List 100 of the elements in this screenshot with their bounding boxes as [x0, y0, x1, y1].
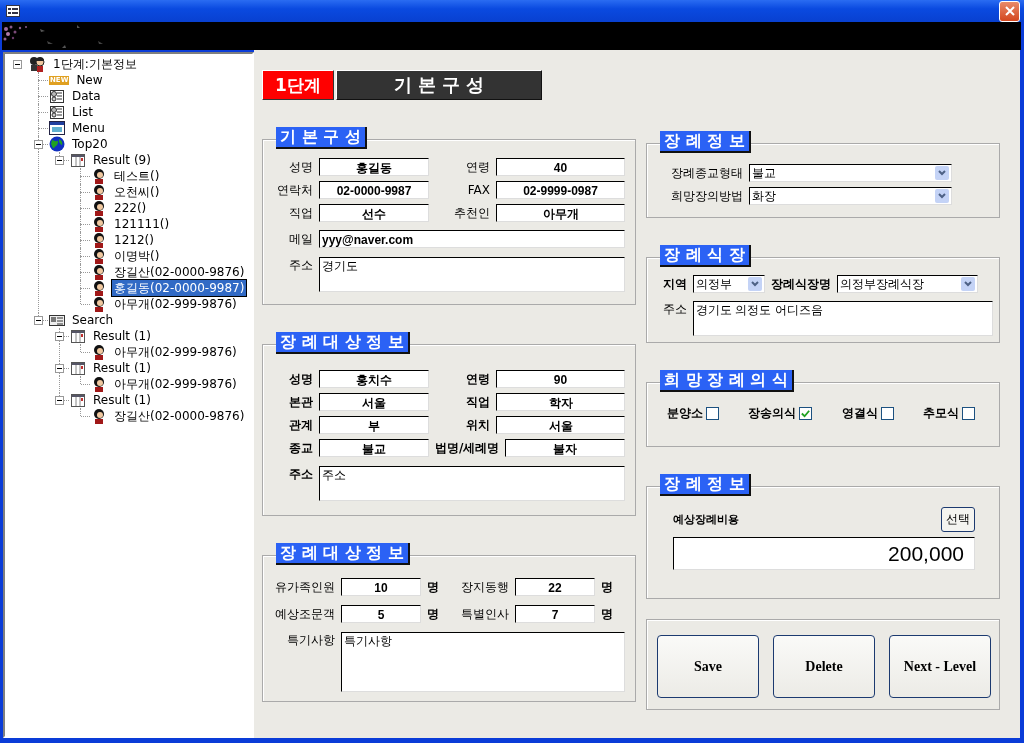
person-icon: [91, 168, 107, 184]
field-label: 주소: [663, 301, 687, 318]
tree-item[interactable]: Menu: [69, 120, 108, 136]
collapse-toggle[interactable]: [55, 364, 64, 373]
input-field[interactable]: 02-0000-9987: [319, 181, 429, 199]
tree-item[interactable]: Top20: [69, 136, 111, 152]
table-icon: [70, 360, 86, 376]
tree-item[interactable]: 아무개(02-999-9876): [111, 376, 240, 392]
cost-field[interactable]: 200,000: [673, 537, 975, 570]
dropdown[interactable]: 화장: [749, 187, 952, 205]
input-field[interactable]: 선수: [319, 204, 429, 222]
select-button[interactable]: 선택: [941, 507, 975, 532]
tree-item[interactable]: 장길산(02-0000-9876): [111, 264, 248, 280]
field-label: 직업: [288, 204, 313, 222]
collapse-toggle[interactable]: [13, 60, 22, 69]
input-field[interactable]: 불자: [505, 439, 625, 457]
input-field[interactable]: 5: [341, 605, 421, 623]
tree-item[interactable]: 1단계:기본정보: [50, 56, 140, 72]
document-icon: [49, 104, 65, 120]
field-label: 성명: [288, 370, 313, 388]
input-field[interactable]: yyy@naver.com: [319, 230, 625, 248]
checkbox[interactable]: [799, 407, 813, 420]
field-label: 주소: [288, 466, 313, 483]
field-label: 예상조문객: [274, 605, 335, 623]
section-title: 장 례 대 상 정 보: [276, 543, 410, 565]
input-field[interactable]: 7: [515, 605, 595, 623]
tree-item[interactable]: 121111(): [111, 216, 173, 232]
tree-item[interactable]: 222(): [111, 200, 150, 216]
tree-item[interactable]: 1212(): [111, 232, 157, 248]
tree-item[interactable]: 장길산(02-0000-9876): [111, 408, 248, 424]
tree-item[interactable]: Search: [69, 312, 117, 328]
field-label: 특기사항: [286, 632, 335, 649]
collapse-toggle[interactable]: [34, 140, 43, 149]
action-button[interactable]: Save: [657, 635, 759, 698]
tree-item[interactable]: Result (1): [90, 392, 154, 408]
tree-item[interactable]: Result (9): [90, 152, 154, 168]
field-label: 예상장례비용: [673, 512, 739, 527]
unit-label: 명: [427, 605, 440, 623]
field-label: 연령: [465, 158, 490, 176]
field-label: 연락처: [276, 181, 313, 199]
input-field[interactable]: 홍길동: [319, 158, 429, 176]
id-card-icon: [49, 312, 65, 328]
section-title: 기 본 구 성: [276, 127, 367, 149]
collapse-toggle[interactable]: [34, 316, 43, 325]
tree-item[interactable]: Result (1): [90, 328, 154, 344]
action-button[interactable]: Next - Level: [889, 635, 991, 698]
section-title: 희 망 장 례 의 식: [660, 370, 794, 392]
text-area[interactable]: 경기도 의정도 어디즈음: [693, 301, 993, 336]
person-icon: [91, 200, 107, 216]
field-label: 메일: [288, 230, 313, 248]
dropdown[interactable]: 불교: [749, 164, 952, 182]
table-icon: [70, 392, 86, 408]
tree-item[interactable]: Data: [69, 88, 104, 104]
dropdown[interactable]: 의정부: [693, 275, 765, 293]
text-area[interactable]: 특기사항: [341, 632, 625, 692]
globe-icon: [49, 136, 65, 152]
input-field[interactable]: 서울: [496, 416, 625, 434]
tree-item[interactable]: 오천씨(): [111, 184, 163, 200]
field-label: 특별인사: [460, 605, 509, 623]
collapse-toggle[interactable]: [55, 156, 64, 165]
input-field[interactable]: 아무개: [496, 204, 625, 222]
input-field[interactable]: 학자: [496, 393, 625, 411]
checkbox-label: 추모식: [923, 405, 959, 422]
document-icon: [49, 88, 65, 104]
person-icon: [91, 296, 107, 312]
field-label: 연령: [465, 370, 490, 388]
field-label: 직업: [465, 393, 490, 411]
dropdown[interactable]: 의정부장례식장: [837, 275, 978, 293]
checkbox[interactable]: [706, 407, 719, 420]
text-area[interactable]: 경기도: [319, 257, 625, 292]
tree-item[interactable]: 아무개(02-999-9876): [111, 296, 240, 312]
text-area[interactable]: 주소: [319, 466, 625, 501]
section-title: 장 례 정 보: [660, 474, 751, 496]
input-field[interactable]: 불교: [319, 439, 429, 457]
action-button[interactable]: Delete: [773, 635, 875, 698]
checkbox[interactable]: [962, 407, 975, 420]
close-button[interactable]: [999, 0, 1020, 22]
field-label: 위치: [465, 416, 490, 434]
tree-item[interactable]: 이명박(): [111, 248, 163, 264]
tree-item[interactable]: 테스트(): [111, 168, 163, 184]
input-field[interactable]: 40: [496, 158, 625, 176]
tree-item[interactable]: Result (1): [90, 360, 154, 376]
person-icon: [91, 408, 107, 424]
input-field[interactable]: 부: [319, 416, 429, 434]
section-title: 장 례 정 보: [660, 131, 751, 153]
input-field[interactable]: 10: [341, 578, 421, 596]
input-field[interactable]: 02-9999-0987: [496, 181, 625, 199]
tree-item[interactable]: 홍길동(02-0000-9987): [111, 279, 248, 297]
tree-item[interactable]: List: [69, 104, 96, 120]
field-label: 유가족인원: [274, 578, 335, 596]
input-field[interactable]: 22: [515, 578, 595, 596]
tree-item[interactable]: New: [73, 72, 106, 88]
collapse-toggle[interactable]: [55, 332, 64, 341]
input-field[interactable]: 홍치수: [319, 370, 429, 388]
unit-label: 명: [601, 578, 614, 596]
checkbox[interactable]: [880, 407, 894, 420]
tree-item[interactable]: 아무개(02-999-9876): [111, 344, 240, 360]
input-field[interactable]: 90: [496, 370, 625, 388]
collapse-toggle[interactable]: [55, 396, 64, 405]
input-field[interactable]: 서울: [319, 393, 429, 411]
